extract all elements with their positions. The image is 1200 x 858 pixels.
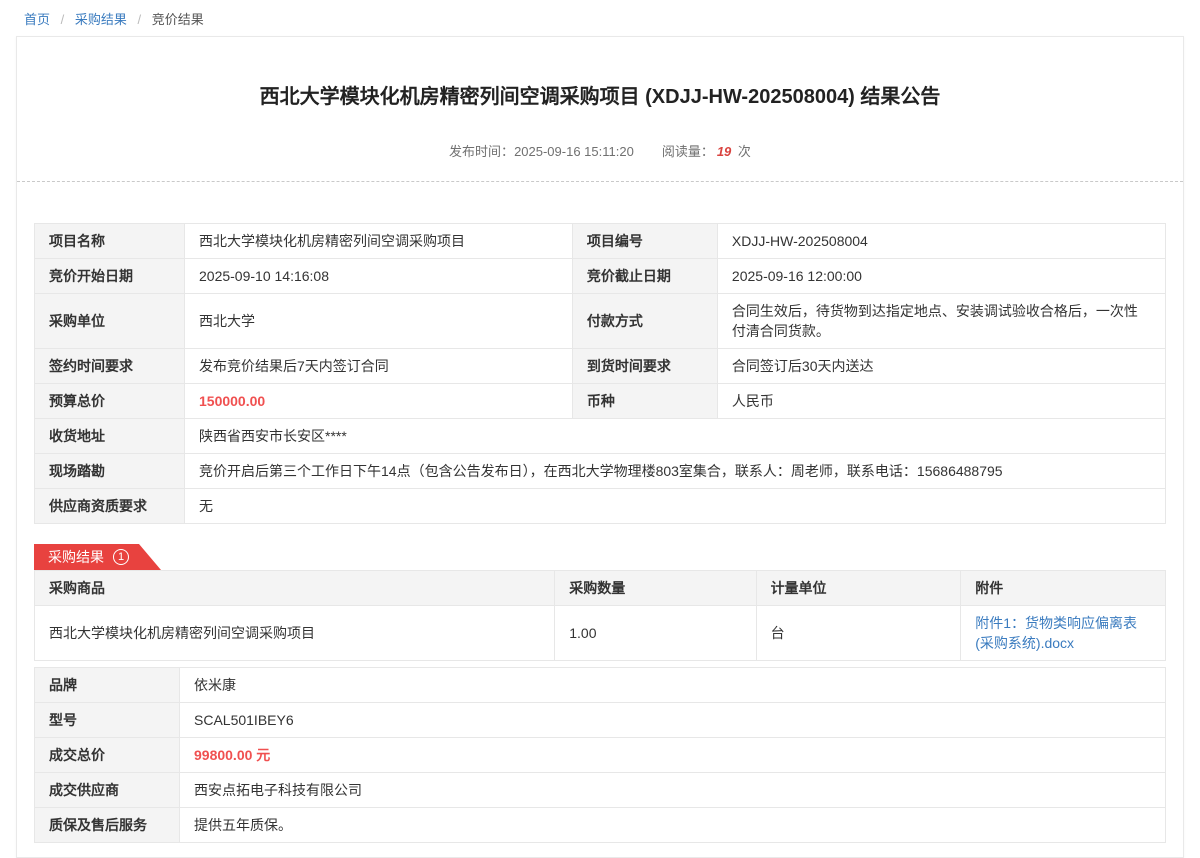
- attachment-link[interactable]: 附件1：货物类响应偏离表(采购系统).docx: [975, 615, 1137, 651]
- result-badge-label: 采购结果: [48, 547, 104, 567]
- award-total-price: 99800.00 元: [180, 738, 1166, 773]
- table-row: 供应商资质要求 无: [35, 489, 1166, 524]
- result-column-header: 附件: [961, 571, 1166, 606]
- result-section-badge: 采购结果 1: [34, 544, 161, 570]
- info-value: 2025-09-10 14:16:08: [185, 259, 573, 294]
- info-value: 陕西省西安市长安区****: [185, 419, 1166, 454]
- info-label: 竞价开始日期: [35, 259, 185, 294]
- result-column-header: 采购商品: [35, 571, 555, 606]
- content-area: 项目名称 西北大学模块化机房精密列间空调采购项目 项目编号 XDJJ-HW-20…: [17, 182, 1183, 843]
- breadcrumb-separator: /: [138, 12, 142, 27]
- breadcrumb-current: 竞价结果: [152, 12, 204, 27]
- info-value: 竞价开启后第三个工作日下午14点（包含公告发布日），在西北大学物理楼803室集合…: [185, 454, 1166, 489]
- result-column-header: 计量单位: [756, 571, 961, 606]
- result-quantity: 1.00: [555, 606, 756, 661]
- info-value: 合同签订后30天内送达: [717, 349, 1165, 384]
- article-meta: 发布时间：2025-09-16 15:11:20 阅读量：19 次: [17, 141, 1183, 160]
- detail-label: 品牌: [35, 668, 180, 703]
- info-label: 项目编号: [572, 224, 717, 259]
- read-count-label: 阅读量：: [662, 144, 714, 159]
- table-row: 采购单位 西北大学 付款方式 合同生效后，待货物到达指定地点、安装调试验收合格后…: [35, 294, 1166, 349]
- table-row: 品牌 依米康: [35, 668, 1166, 703]
- info-label: 项目名称: [35, 224, 185, 259]
- budget-total-value: 150000.00: [185, 384, 573, 419]
- table-row: 成交总价 99800.00 元: [35, 738, 1166, 773]
- breadcrumb-purchase-results-link[interactable]: 采购结果: [75, 12, 127, 27]
- result-product-name: 西北大学模块化机房精密列间空调采购项目: [35, 606, 555, 661]
- detail-value: 依米康: [180, 668, 1166, 703]
- result-unit: 台: [756, 606, 961, 661]
- project-info-table: 项目名称 西北大学模块化机房精密列间空调采购项目 项目编号 XDJJ-HW-20…: [34, 223, 1166, 524]
- info-value: 西北大学模块化机房精密列间空调采购项目: [185, 224, 573, 259]
- table-row: 现场踏勘 竞价开启后第三个工作日下午14点（包含公告发布日），在西北大学物理楼8…: [35, 454, 1166, 489]
- breadcrumb: 首页 / 采购结果 / 竞价结果: [0, 0, 1200, 36]
- info-label: 采购单位: [35, 294, 185, 349]
- detail-label: 成交供应商: [35, 773, 180, 808]
- publish-time-label: 发布时间：: [449, 144, 514, 159]
- table-row: 西北大学模块化机房精密列间空调采购项目 1.00 台 附件1：货物类响应偏离表(…: [35, 606, 1166, 661]
- detail-label: 成交总价: [35, 738, 180, 773]
- page-title: 西北大学模块化机房精密列间空调采购项目 (XDJJ-HW-202508004) …: [77, 83, 1123, 111]
- info-label: 收货地址: [35, 419, 185, 454]
- info-label: 预算总价: [35, 384, 185, 419]
- table-row: 质保及售后服务 提供五年质保。: [35, 808, 1166, 843]
- detail-label: 型号: [35, 703, 180, 738]
- detail-label: 质保及售后服务: [35, 808, 180, 843]
- info-label: 签约时间要求: [35, 349, 185, 384]
- table-row: 预算总价 150000.00 币种 人民币: [35, 384, 1166, 419]
- award-detail-table: 品牌 依米康 型号 SCAL501IBEY6 成交总价 99800.00 元 成…: [34, 667, 1166, 843]
- info-value: 发布竞价结果后7天内签订合同: [185, 349, 573, 384]
- info-value: 合同生效后，待货物到达指定地点、安装调试验收合格后，一次性付清合同货款。: [717, 294, 1165, 349]
- info-label: 供应商资质要求: [35, 489, 185, 524]
- table-row: 型号 SCAL501IBEY6: [35, 703, 1166, 738]
- detail-value: SCAL501IBEY6: [180, 703, 1166, 738]
- info-label: 现场踏勘: [35, 454, 185, 489]
- info-label: 币种: [572, 384, 717, 419]
- info-label: 竞价截止日期: [572, 259, 717, 294]
- breadcrumb-home-link[interactable]: 首页: [24, 12, 50, 27]
- info-value: 西北大学: [185, 294, 573, 349]
- info-value: 无: [185, 489, 1166, 524]
- info-value: 2025-09-16 12:00:00: [717, 259, 1165, 294]
- table-row: 签约时间要求 发布竞价结果后7天内签订合同 到货时间要求 合同签订后30天内送达: [35, 349, 1166, 384]
- result-section-header: 采购结果 1: [34, 544, 1166, 570]
- announcement-card: 西北大学模块化机房精密列间空调采购项目 (XDJJ-HW-202508004) …: [16, 36, 1184, 858]
- result-badge-count: 1: [113, 549, 129, 565]
- table-header-row: 采购商品 采购数量 计量单位 附件: [35, 571, 1166, 606]
- result-table: 采购商品 采购数量 计量单位 附件 西北大学模块化机房精密列间空调采购项目 1.…: [34, 570, 1166, 661]
- read-count-unit: 次: [738, 144, 751, 159]
- detail-value: 西安点拓电子科技有限公司: [180, 773, 1166, 808]
- breadcrumb-separator: /: [61, 12, 65, 27]
- detail-value: 提供五年质保。: [180, 808, 1166, 843]
- publish-time-value: 2025-09-16 15:11:20: [514, 144, 634, 159]
- read-count-value: 19: [717, 144, 731, 159]
- info-label: 到货时间要求: [572, 349, 717, 384]
- info-label: 付款方式: [572, 294, 717, 349]
- table-row: 收货地址 陕西省西安市长安区****: [35, 419, 1166, 454]
- info-value: 人民币: [717, 384, 1165, 419]
- table-row: 项目名称 西北大学模块化机房精密列间空调采购项目 项目编号 XDJJ-HW-20…: [35, 224, 1166, 259]
- table-row: 竞价开始日期 2025-09-10 14:16:08 竞价截止日期 2025-0…: [35, 259, 1166, 294]
- table-row: 成交供应商 西安点拓电子科技有限公司: [35, 773, 1166, 808]
- result-column-header: 采购数量: [555, 571, 756, 606]
- info-value: XDJJ-HW-202508004: [717, 224, 1165, 259]
